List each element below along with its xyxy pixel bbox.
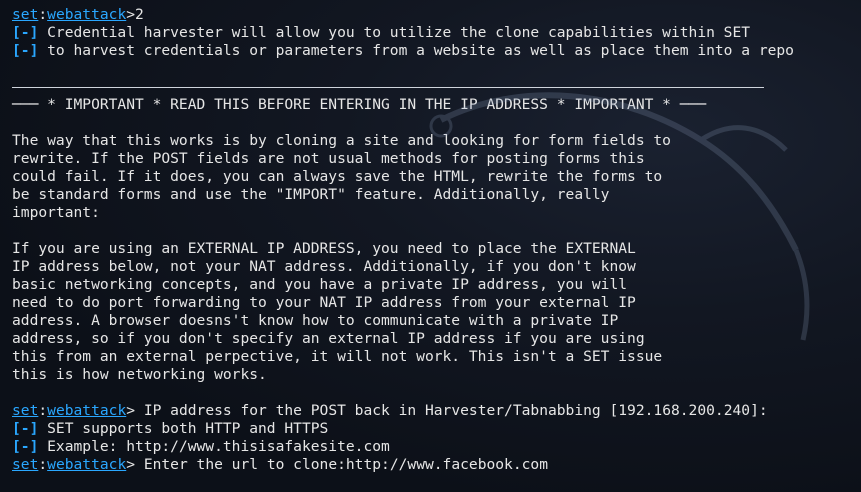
paragraph-2-line: IP address below, not your NAT address. … [12,258,636,275]
paragraph-1-line: be standard forms and use the "IMPORT" f… [12,186,610,203]
prompt-module: webattack [47,456,127,473]
supports-text: SET supports both HTTP and HTTPS [38,420,329,437]
prompt-set: set [12,6,39,23]
prompt-gt: > [126,402,136,419]
prompt-gt: > [126,456,136,473]
info-tag: [-] [12,42,39,59]
info-line-2: [-] to harvest credentials or parameters… [12,42,861,60]
important-banner: ─── * IMPORTANT * READ THIS BEFORE ENTER… [12,96,707,113]
paragraph-2-line: If you are using an EXTERNAL IP ADDRESS,… [12,240,636,257]
divider-rule [12,78,861,96]
paragraph-2-line: basic networking concepts, and you have … [12,276,628,293]
prompt-set: set [12,402,39,419]
prompt-sep: : [38,456,48,473]
info-text-2: to harvest credentials or parameters fro… [38,42,794,59]
paragraph-2-line: this from an external perpective, it wil… [12,348,663,365]
prompt-sep: : [38,402,48,419]
paragraph-2-line: address, so if you don't specify an exte… [12,330,645,347]
prompt-set: set [12,456,39,473]
info-line-1: [-] Credential harvester will allow you … [12,24,861,42]
prompt-line-url[interactable]: set:webattack> Enter the url to clone:ht… [12,456,861,474]
ip-prompt-text: IP address for the POST back in Harveste… [135,402,768,419]
info-text-1: Credential harvester will allow you to u… [38,24,751,41]
paragraph-1-line: The way that this works is by cloning a … [12,132,671,149]
info-tag: [-] [12,24,39,41]
info-tag: [-] [12,420,39,437]
paragraph-1-line: important: [12,204,100,221]
paragraph-1-line: rewrite. If the POST fields are not usua… [12,150,645,167]
info-line-supports: [-] SET supports both HTTP and HTTPS [12,420,861,438]
prompt-module: webattack [47,6,127,23]
url-prompt-input[interactable]: Enter the url to clone:http://www.facebo… [135,456,548,473]
paragraph-2-line: need to do port forwarding to your NAT I… [12,294,636,311]
prompt-line-choice: set:webattack>2 [12,6,861,24]
example-text: Example: http://www.thisisafakesite.com [38,438,390,455]
prompt-gt: > [126,6,136,23]
paragraph-2-line: this is how networking works. [12,366,267,383]
prompt-line-ip: set:webattack> IP address for the POST b… [12,402,861,420]
info-tag: [-] [12,438,39,455]
prompt-sep: : [38,6,48,23]
paragraph-2-line: address. A browser doesns't know how to … [12,312,619,329]
prompt-module: webattack [47,402,127,419]
user-input-choice: 2 [135,6,144,23]
paragraph-1-line: could fail. If it does, you can always s… [12,168,663,185]
info-line-example: [-] Example: http://www.thisisafakesite.… [12,438,861,456]
terminal-window[interactable]: set:webattack>2 [-] Credential harvester… [0,0,861,492]
